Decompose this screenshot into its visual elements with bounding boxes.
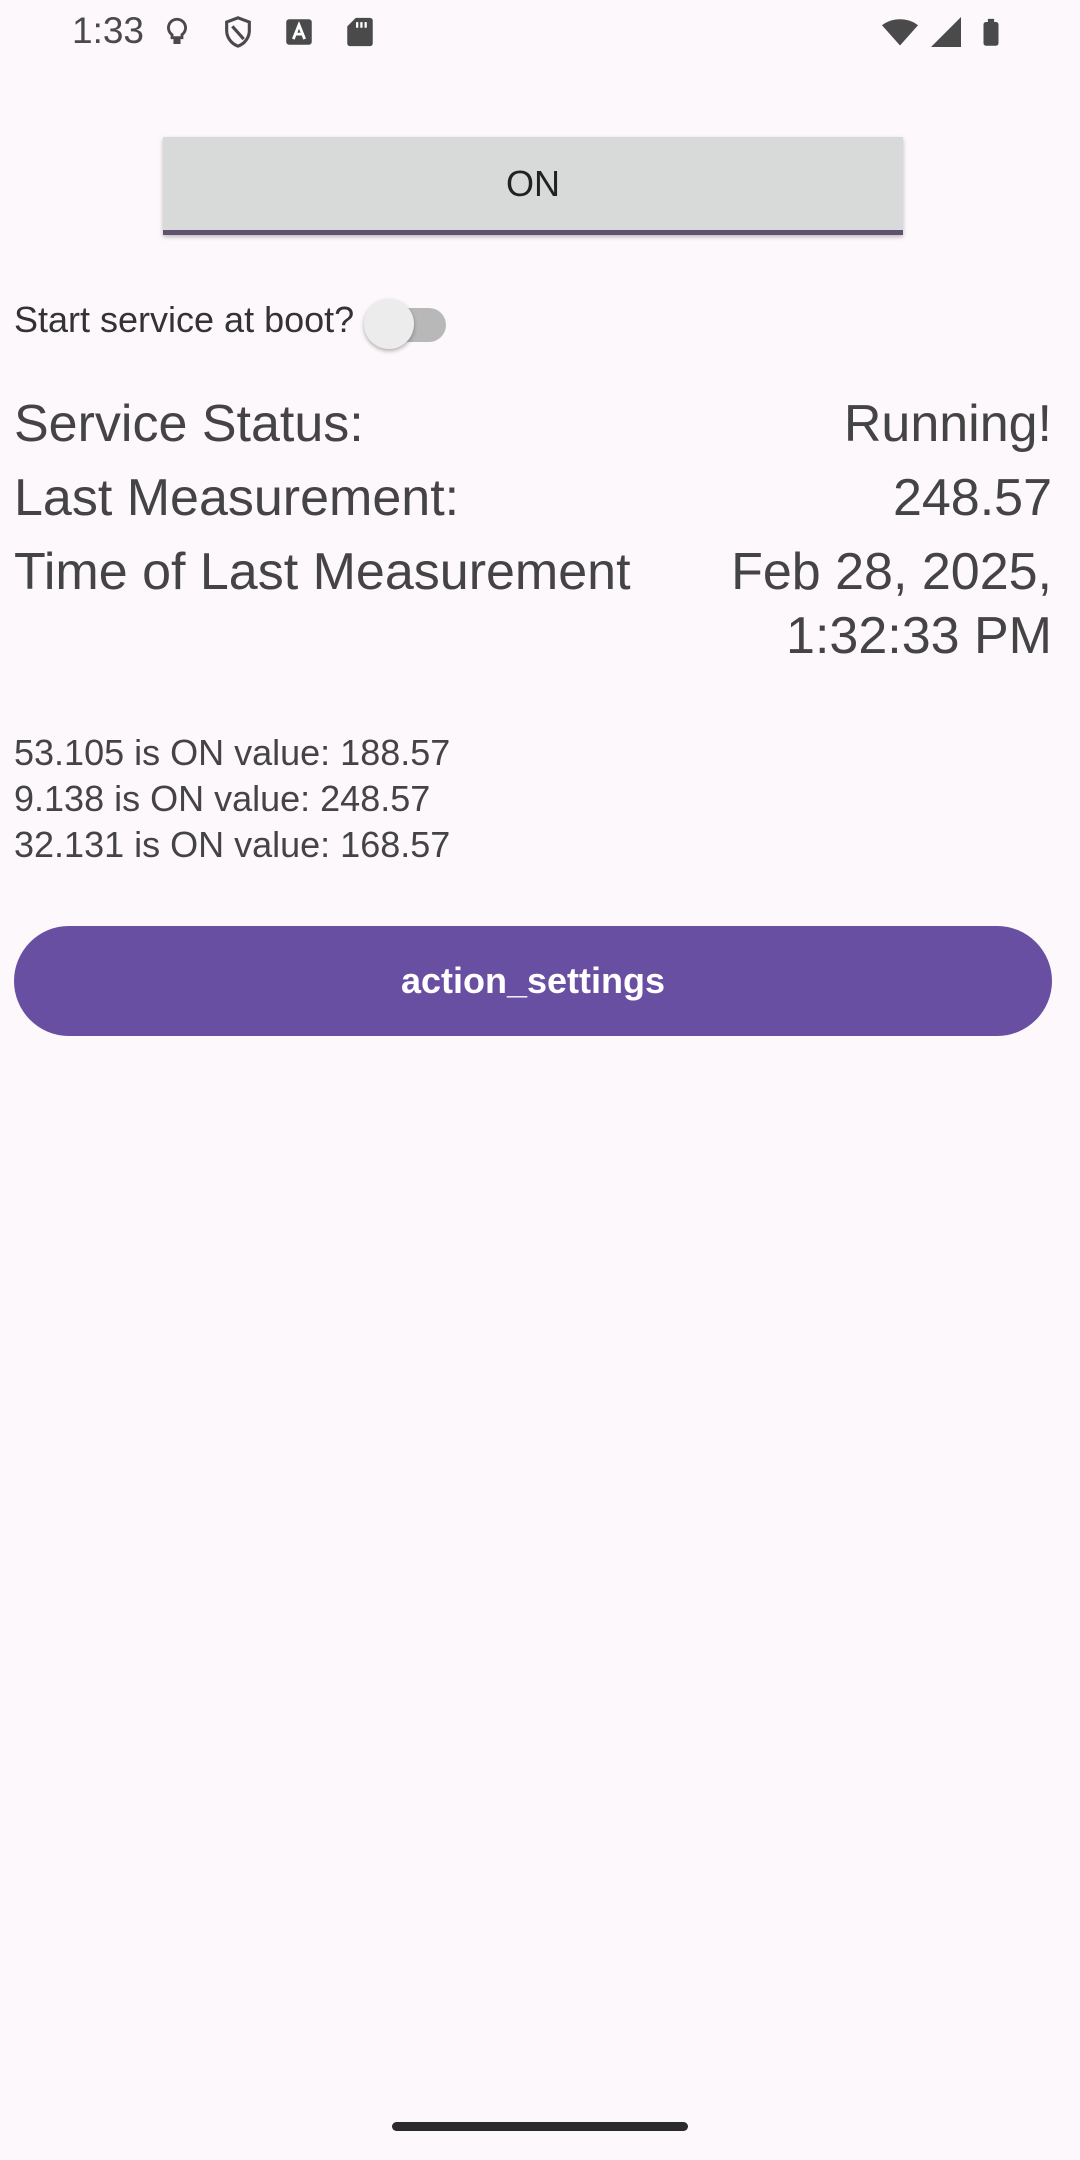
font-icon — [282, 14, 316, 50]
boot-setting-row: Start service at boot? — [14, 290, 454, 350]
time-value-clock: 1:32:33 PM — [786, 607, 1052, 665]
measurement-log: 53.105 is ON value: 188.57 9.138 is ON v… — [14, 730, 450, 868]
last-measurement-value: 248.57 — [892, 469, 1052, 527]
lightbulb-icon — [160, 14, 194, 50]
last-measurement-time-row: Time of Last Measurement Feb 28, 2025, 1… — [14, 540, 1052, 670]
settings-button[interactable]: action_settings — [14, 926, 1052, 1036]
last-measurement-label: Last Measurement: — [14, 469, 460, 527]
boot-switch[interactable] — [364, 290, 454, 350]
log-entry: 9.138 is ON value: 248.57 — [14, 778, 431, 819]
on-toggle-button[interactable]: ON — [163, 137, 903, 235]
boot-setting-label: Start service at boot? — [14, 299, 355, 340]
shield-icon — [221, 14, 255, 50]
battery-icon — [976, 14, 1006, 50]
service-status-value: Running! — [843, 395, 1052, 453]
status-time: 1:33 — [72, 10, 145, 51]
last-measurement-time-label: Time of Last Measurement — [14, 543, 631, 601]
home-indicator[interactable] — [392, 2122, 688, 2131]
log-entry: 53.105 is ON value: 188.57 — [14, 732, 451, 773]
service-status-label: Service Status: — [14, 395, 364, 453]
sd-card-icon — [343, 14, 377, 50]
time-value-date: Feb 28, 2025, — [731, 543, 1052, 601]
status-bar: 1:33 — [0, 0, 1080, 64]
wifi-icon — [878, 14, 922, 50]
log-entry: 32.131 is ON value: 168.57 — [14, 824, 451, 865]
last-measurement-time-value: Feb 28, 2025, 1:32:33 PM — [731, 540, 1052, 668]
switch-thumb — [364, 299, 415, 349]
cellular-signal-icon — [928, 14, 964, 50]
